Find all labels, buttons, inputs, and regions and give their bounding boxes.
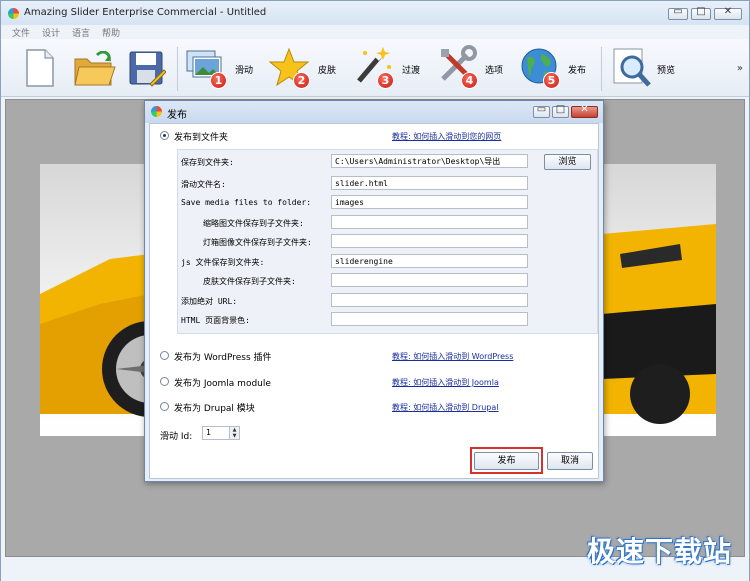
step-2-badge: 2 [293,72,310,89]
toolbar-preview-label[interactable]: 预览 [657,63,675,76]
maximize-button[interactable]: □ [691,6,711,20]
media-folder-label: Save media files to folder: [181,198,312,207]
js-folder-input[interactable]: sliderengine [331,254,528,268]
window-title: Amazing Slider Enterprise Commercial - U… [24,7,267,18]
toolbar-publish-label[interactable]: 发布 [568,63,586,76]
thumbnail-folder-input[interactable] [331,215,528,229]
slider-filename-input[interactable]: slider.html [331,176,528,190]
dialog-maximize-button[interactable]: □ [552,104,569,118]
publish-button[interactable]: 发布 [474,452,539,470]
stepper-arrows-icon[interactable]: ▲ ▼ [229,427,239,439]
publish-drupal-radio[interactable] [160,402,169,411]
step-1-badge: 1 [210,72,227,89]
tutorial-webpage-link[interactable]: 教程: 如何插入滑动到您的网页 [392,131,501,142]
dialog-body: 发布到文件夹 教程: 如何插入滑动到您的网页 保存到文件夹: C:\Users\… [149,123,599,479]
tutorial-joomla-link[interactable]: 教程: 如何插入滑动到 Joomla [392,377,499,388]
toolbar-separator [177,47,178,91]
toolbar-separator [601,47,602,91]
slider-id-stepper[interactable]: 1 ▲ ▼ [202,426,240,440]
save-folder-input[interactable]: C:\Users\Administrator\Desktop\导出 [331,154,528,168]
slider-id-label: 滑动 Id: [160,432,193,442]
publish-folder-fields: 保存到文件夹: C:\Users\Administrator\Desktop\导… [177,149,598,334]
slider-filename-label: 滑动文件名: [181,180,226,189]
publish-wordpress-radio[interactable] [160,351,169,360]
menu-language[interactable]: 语言 [72,26,90,39]
tutorial-wordpress-link[interactable]: 教程: 如何插入滑动到 WordPress [392,351,513,362]
app-logo-icon [8,8,19,19]
menu-design[interactable]: 设计 [42,26,60,39]
preview-magnifier-icon[interactable] [612,47,652,92]
publish-dialog: 发布 ▭ □ ✕ 发布到文件夹 教程: 如何插入滑动到您的网页 保存到文件夹: … [144,100,604,482]
open-folder-icon[interactable] [73,50,117,90]
skin-folder-label: 皮肤文件保存到子文件夹: [203,277,296,286]
slider-id-value: 1 [206,428,212,437]
minimize-button[interactable]: ▭ [668,6,688,20]
step-3-badge: 3 [377,72,394,89]
dialog-close-button[interactable]: ✕ [571,104,598,118]
publish-drupal-label: 发布为 Drupal 模块 [174,404,255,414]
thumbnail-folder-label: 缩略图文件保存到子文件夹: [203,219,304,228]
js-folder-label: js 文件保存到文件夹: [181,258,265,267]
save-folder-label: 保存到文件夹: [181,158,234,167]
publish-joomla-radio[interactable] [160,377,169,386]
toolbar-overflow-chevron-icon[interactable]: » [737,63,743,74]
menu-help[interactable]: 帮助 [102,26,120,39]
menu-file[interactable]: 文件 [12,26,30,39]
cancel-button[interactable]: 取消 [547,452,593,470]
lightbox-folder-input[interactable] [331,234,528,248]
publish-joomla-label: 发布为 Joomla module [174,379,271,389]
publish-folder-radio[interactable] [160,131,169,140]
toolbar-skin-label[interactable]: 皮肤 [318,63,336,76]
browse-button[interactable]: 浏览 [544,154,591,170]
menu-bar: 文件 设计 语言 帮助 [1,25,749,39]
dialog-title: 发布 [167,110,187,121]
dialog-minimize-button[interactable]: ▭ [533,104,550,118]
step-4-badge: 4 [461,72,478,89]
page-bgcolor-input[interactable] [331,312,528,326]
publish-wordpress-label: 发布为 WordPress 插件 [174,353,272,363]
new-file-icon[interactable] [23,48,57,91]
toolbar: 1 滑动 2 皮肤 3 过渡 4 选项 5 发布 预览 » [1,39,749,97]
toolbar-options-label[interactable]: 选项 [485,63,503,76]
title-bar: Amazing Slider Enterprise Commercial - U… [1,1,749,25]
toolbar-transition-label[interactable]: 过渡 [402,63,420,76]
media-folder-input[interactable]: images [331,195,528,209]
publish-folder-label: 发布到文件夹 [174,133,229,143]
skin-folder-input[interactable] [331,273,528,287]
lightbox-folder-label: 灯箱图像文件保存到子文件夹: [203,238,312,247]
dialog-app-icon [151,106,162,117]
absolute-url-label: 添加绝对 URL: [181,297,238,306]
close-button[interactable]: ✕ [714,6,742,20]
step-5-badge: 5 [543,72,560,89]
absolute-url-input[interactable] [331,293,528,307]
tutorial-drupal-link[interactable]: 教程: 如何插入滑动到 Drupal [392,402,499,413]
page-bgcolor-label: HTML 页面背景色: [181,316,250,325]
save-disk-icon[interactable] [128,50,167,91]
toolbar-slides-label[interactable]: 滑动 [235,63,253,76]
watermark-text: 极速下载站 [586,535,732,568]
dialog-title-bar: 发布 ▭ □ ✕ [145,101,603,123]
